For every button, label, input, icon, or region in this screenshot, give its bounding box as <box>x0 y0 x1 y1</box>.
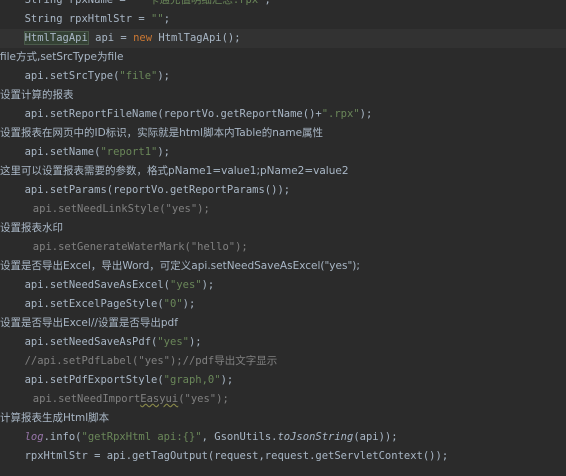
code-token: 设置报表水印 <box>0 222 63 234</box>
code-token: ); <box>157 70 171 82</box>
code-line[interactable]: String rpxHtmlStr = ""; <box>0 10 566 29</box>
code-token: HtmlTagApi(); <box>158 32 241 44</box>
comment-line[interactable]: 设置是否导出Excel，导出Word，可定义api.setNeedSaveAsE… <box>0 257 566 276</box>
code-token: "graph,0" <box>163 374 221 386</box>
comment-line[interactable]: 设置报表在网页中的ID标识，实际就是html脚本内Table的name属性 <box>0 124 566 143</box>
code-token: api.setExcelPageStyle( <box>24 298 164 310</box>
code-token: Easyui <box>140 393 179 405</box>
code-token: api.setSrcType( <box>24 70 120 82</box>
code-line[interactable]: HtmlTagApi api = new HtmlTagApi(); <box>0 29 566 48</box>
code-token: api.setGenerateWaterMark("hello"); <box>32 241 248 253</box>
code-token: ); <box>182 298 196 310</box>
code-token: HtmlTagApi <box>23 31 89 45</box>
code-token: "" <box>151 13 164 25</box>
code-token: file方式,setSrcType为file <box>0 51 124 63</box>
code-line[interactable]: api.setNeedSaveAsExcel("yes"); <box>0 276 566 295</box>
code-token: api = <box>88 32 134 44</box>
code-token: "yes" <box>157 336 189 348</box>
code-line[interactable]: api.setSrcType("file"); <box>0 67 566 86</box>
comment-line[interactable]: api.setNeedLinkStyle("yes"); <box>0 200 566 219</box>
code-token: ".rpx" <box>321 108 360 120</box>
code-token: ("yes"); <box>178 393 229 405</box>
code-token: 设置计算的报表 <box>0 89 74 101</box>
code-token: , GsonUtils. <box>201 431 278 443</box>
code-line[interactable]: api.setParams(reportVo.getReportParams()… <box>0 181 566 200</box>
code-token: ; <box>163 13 171 25</box>
code-token: api.setPdfExportStyle( <box>24 374 164 386</box>
comment-line[interactable]: 设置是否导出Excel//设置是否导出pdf <box>0 314 566 333</box>
comment-line[interactable]: 这里可以设置报表需要的参数，格式pName1=value1;pName2=val… <box>0 162 566 181</box>
comment-line[interactable]: 设置计算的报表 <box>0 86 566 105</box>
comment-line[interactable]: 设置报表水印 <box>0 219 566 238</box>
code-editor[interactable]: String rpxName = "一卡通充值明细汇总.rpx"; String … <box>0 0 566 476</box>
code-token: "一卡通充值明细汇总.rpx" <box>132 0 265 6</box>
code-line[interactable]: api.setName("report1"); <box>0 143 566 162</box>
code-token: 这里可以设置报表需要的参数，格式pName1=value1;pName2=val… <box>0 165 349 177</box>
code-token: String rpxName = <box>24 0 133 6</box>
code-token: ); <box>220 374 234 386</box>
code-token: api.setNeedSaveAsPdf( <box>24 336 158 348</box>
code-token: .info( <box>43 431 82 443</box>
code-token: api.setNeedLinkStyle("yes"); <box>32 203 210 215</box>
code-token: String rpxHtmlStr = <box>24 13 152 25</box>
code-token: "file" <box>119 70 158 82</box>
code-token: 设置是否导出Excel，导出Word，可定义api.setNeedSaveAsE… <box>0 260 360 272</box>
code-token: api.setParams(reportVo.getReportParams()… <box>24 184 291 196</box>
comment-line[interactable]: 计算报表生成Html脚本 <box>0 409 566 428</box>
code-token: "0" <box>163 298 183 310</box>
code-token: (api)); <box>353 431 398 443</box>
code-line[interactable]: rpxHtmlStr = api.getTagOutput(request,re… <box>0 447 566 466</box>
code-line[interactable]: api.setExcelPageStyle("0"); <box>0 295 566 314</box>
code-token: ); <box>157 146 171 158</box>
code-token: api.setNeedImport <box>32 393 141 405</box>
code-token: api.setName( <box>24 146 101 158</box>
code-token: api.setNeedSaveAsExcel( <box>24 279 170 291</box>
code-token: 设置报表在网页中的ID标识，实际就是html脚本内Table的name属性 <box>0 127 324 139</box>
code-token: "yes" <box>170 279 202 291</box>
comment-line[interactable]: file方式,setSrcType为file <box>0 48 566 67</box>
code-line[interactable]: api.setPdfExportStyle("graph,0"); <box>0 371 566 390</box>
code-token: ); <box>188 336 202 348</box>
code-token: log <box>24 431 44 443</box>
code-token: ); <box>359 108 373 120</box>
comment-line[interactable]: //api.setPdfLabel("yes");//pdf导出文字显示 <box>0 352 566 371</box>
code-line[interactable]: log.info("getRpxHtml api:{}", GsonUtils.… <box>0 428 566 447</box>
comment-line[interactable]: api.setGenerateWaterMark("hello"); <box>0 238 566 257</box>
code-token: api.setReportFileName(reportVo.getReport… <box>24 108 322 120</box>
code-token: new <box>133 32 159 44</box>
code-token: ); <box>201 279 215 291</box>
code-token: //api.setPdfLabel("yes");//pdf导出文字显示 <box>24 355 278 367</box>
code-token: rpxHtmlStr = api.getTagOutput(request,re… <box>24 450 449 462</box>
code-line[interactable]: api.setNeedImportEasyui("yes"); <box>0 390 566 409</box>
code-token: 计算报表生成Html脚本 <box>0 412 110 424</box>
code-token: 设置是否导出Excel//设置是否导出pdf <box>0 317 178 329</box>
code-token: toJsonString <box>277 431 354 443</box>
code-token: ; <box>264 0 271 6</box>
code-token: "report1" <box>100 146 158 158</box>
code-line[interactable]: api.setReportFileName(reportVo.getReport… <box>0 105 566 124</box>
code-line[interactable]: String rpxName = "一卡通充值明细汇总.rpx"; <box>0 0 566 10</box>
code-line[interactable]: api.setNeedSaveAsPdf("yes"); <box>0 333 566 352</box>
code-token: "getRpxHtml api:{}" <box>81 431 202 443</box>
